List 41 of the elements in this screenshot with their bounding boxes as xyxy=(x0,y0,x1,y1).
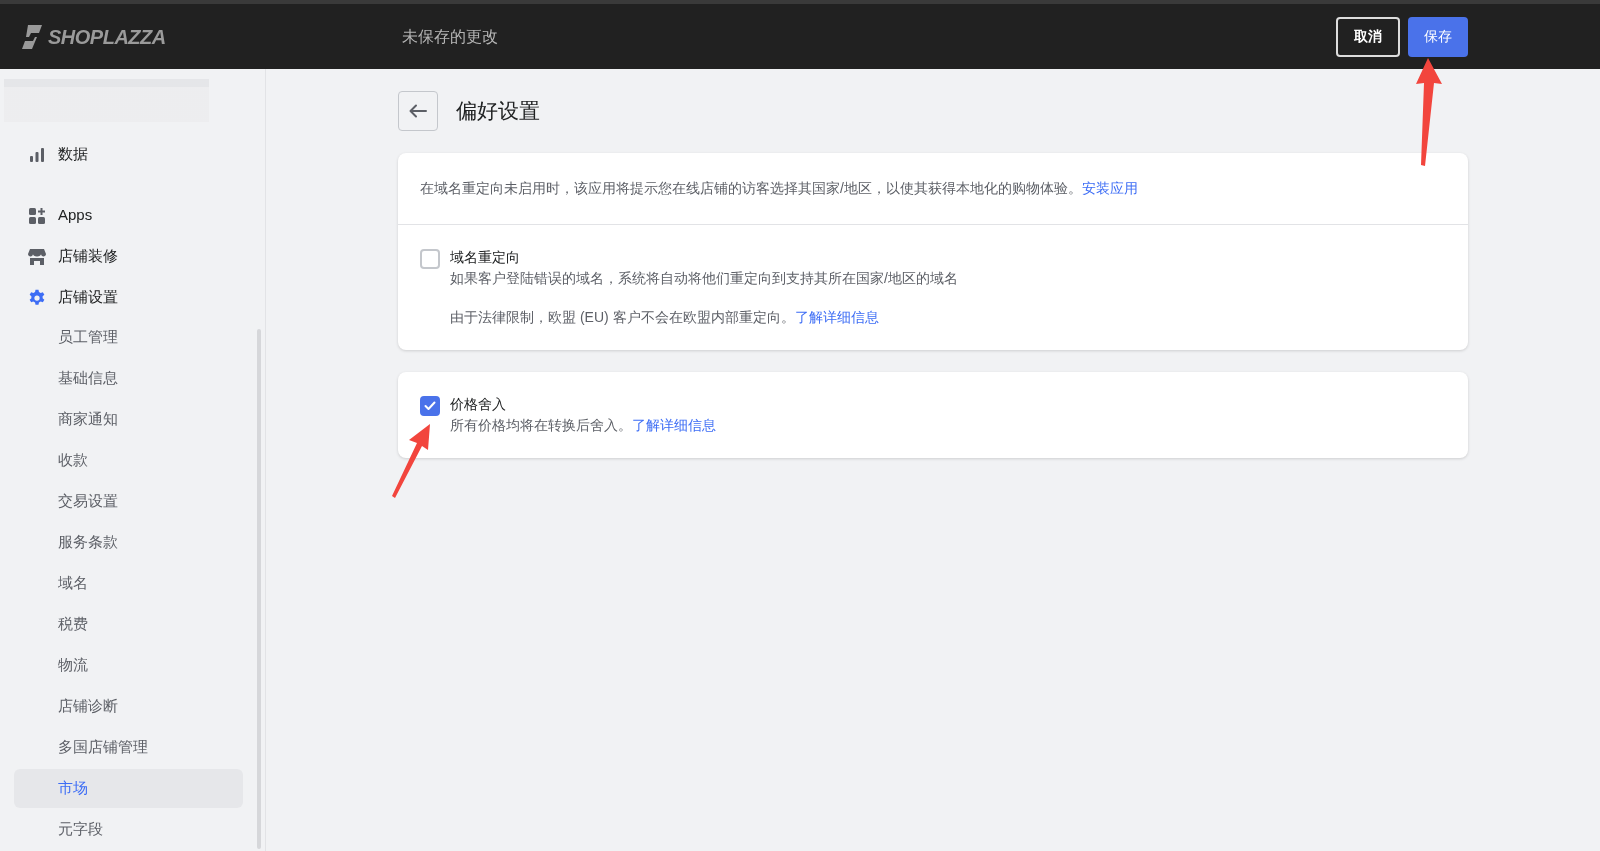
learn-more-link[interactable]: 了解详细信息 xyxy=(632,417,716,433)
sidebar-subitem[interactable]: 物流 xyxy=(14,646,243,685)
sidebar-item[interactable]: 店铺装修 xyxy=(14,236,243,277)
option-label: 价格舍入 xyxy=(450,395,507,414)
page-title: 偏好设置 xyxy=(456,98,540,125)
logo-text: SHOPLAZZA xyxy=(48,24,166,50)
back-arrow-icon xyxy=(409,104,427,118)
checkmark-icon xyxy=(424,401,436,411)
intro-text: 在域名重定向未启用时，该应用将提示您在线店铺的访客选择其国家/地区，以使其获得本地化的购物体验。安装应用 xyxy=(398,153,1468,225)
sidebar-subitem[interactable]: 收款 xyxy=(14,441,243,480)
apps-icon xyxy=(29,207,45,224)
settings-icon xyxy=(28,288,46,307)
back-button[interactable] xyxy=(398,91,438,131)
checkbox[interactable] xyxy=(420,249,440,269)
option-label: 域名重定向 xyxy=(450,248,521,267)
sidebar-item[interactable]: Apps xyxy=(14,195,243,236)
cancel-button[interactable]: 取消 xyxy=(1336,16,1400,57)
sidebar-item[interactable]: 数据 xyxy=(14,134,243,175)
option-note: 所有价格均将在转换后舍入。了解详细信息 xyxy=(450,416,716,435)
sidebar-subitem[interactable]: 域名 xyxy=(14,564,243,603)
bar-chart-icon xyxy=(29,147,45,162)
save-button[interactable]: 保存 xyxy=(1408,16,1468,57)
sidebar-subitem[interactable]: 市场 xyxy=(14,769,243,808)
sidebar-subitem[interactable]: 税费 xyxy=(14,605,243,644)
sidebar-item[interactable]: 店铺设置 xyxy=(14,277,243,318)
sidebar-subitem[interactable]: 店铺诊断 xyxy=(14,687,243,726)
unsaved-changes-label: 未保存的更改 xyxy=(402,26,498,47)
sidebar-subitem[interactable]: 多国店铺管理 xyxy=(14,728,243,767)
sidebar-subitem[interactable]: 交易设置 xyxy=(14,482,243,521)
logo-icon xyxy=(22,24,44,49)
sidebar-subitem[interactable]: 服务条款 xyxy=(14,523,243,562)
option-description: 如果客户登陆错误的域名，系统将自动将他们重定向到支持其所在国家/地区的域名 xyxy=(450,269,958,288)
store-icon xyxy=(28,248,46,265)
install-app-link[interactable]: 安装应用 xyxy=(1081,180,1138,196)
learn-more-link[interactable]: 了解详细信息 xyxy=(794,309,879,325)
checkbox[interactable] xyxy=(420,396,440,416)
sidebar-subitem[interactable]: 元字段 xyxy=(14,810,243,849)
option-note: 由于法律限制，欧盟 (EU) 客户不会在欧盟内部重定向。了解详细信息 xyxy=(450,308,880,327)
sidebar-subitem[interactable]: 基础信息 xyxy=(14,359,243,398)
sidebar-subitem[interactable]: 商家通知 xyxy=(14,400,243,439)
sidebar-subitem[interactable]: 员工管理 xyxy=(14,318,243,357)
